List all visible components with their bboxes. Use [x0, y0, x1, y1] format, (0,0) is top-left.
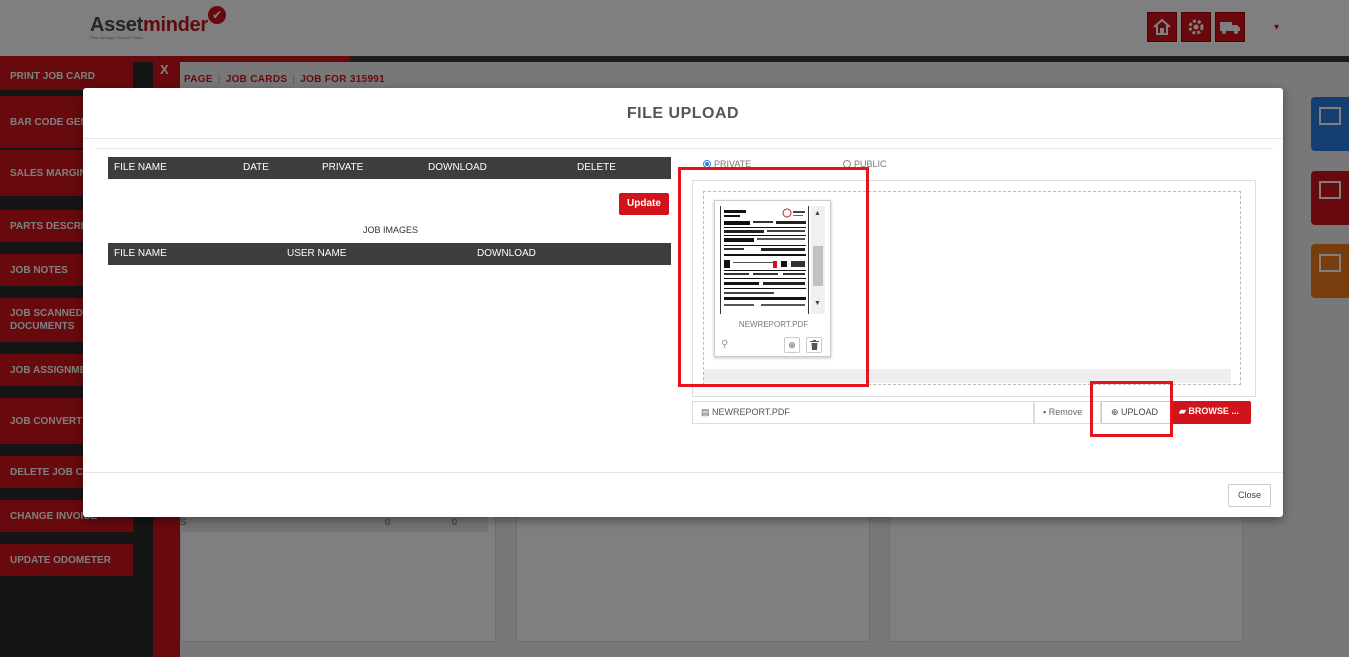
- column-header[interactable]: DELETE: [577, 162, 616, 173]
- column-header[interactable]: PRIVATE: [322, 162, 363, 173]
- divider: [83, 138, 1283, 139]
- divider: [83, 472, 1283, 473]
- browse-button[interactable]: ▰ BROWSE ...: [1171, 401, 1251, 424]
- column-header[interactable]: DOWNLOAD: [428, 162, 487, 173]
- column-header[interactable]: USER NAME: [287, 248, 346, 259]
- column-header[interactable]: DOWNLOAD: [477, 248, 536, 259]
- files-table-header: FILE NAME DATE PRIVATE DOWNLOAD DELETE: [108, 157, 671, 179]
- column-header[interactable]: DATE: [243, 162, 269, 173]
- highlight-box-preview: [678, 167, 869, 387]
- modal-title: FILE UPLOAD: [626, 105, 740, 122]
- folder-open-icon: ▰: [1179, 406, 1189, 416]
- highlight-box-upload: [1090, 381, 1173, 437]
- images-table-header: FILE NAME USER NAME DOWNLOAD: [108, 243, 671, 265]
- column-header[interactable]: FILE NAME: [114, 248, 167, 259]
- job-images-title: JOB IMAGES: [363, 225, 419, 235]
- file-upload-modal: FILE UPLOAD FILE NAME DATE PRIVATE DOWNL…: [83, 88, 1283, 517]
- close-button[interactable]: Close: [1228, 484, 1271, 507]
- divider: [95, 148, 1273, 149]
- selected-file-caption: ▤ NEWREPORT.PDF: [692, 401, 1034, 424]
- file-icon: ▤: [701, 407, 713, 417]
- column-header[interactable]: FILE NAME: [114, 162, 167, 173]
- update-button[interactable]: Update: [619, 193, 669, 215]
